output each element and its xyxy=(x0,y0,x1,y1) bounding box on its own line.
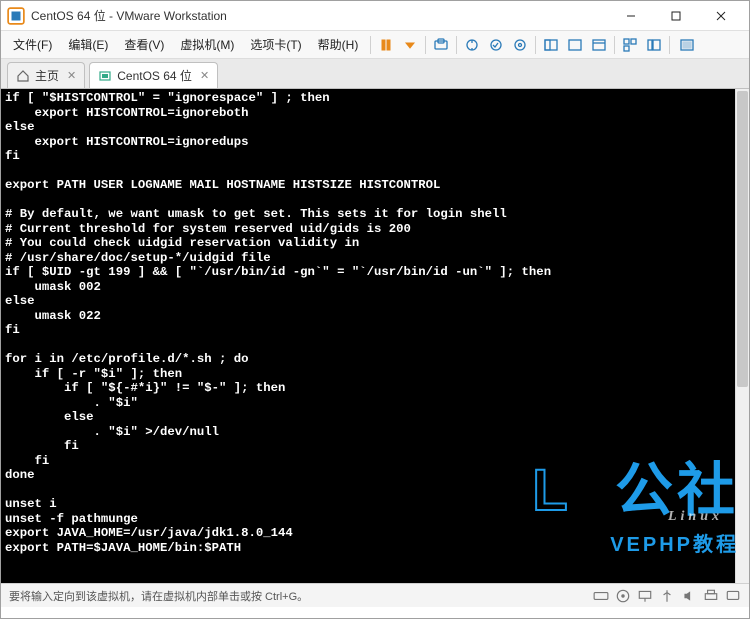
snapshot-manage-button[interactable] xyxy=(509,34,531,56)
terminal-output[interactable]: if [ "$HISTCONTROL" = "ignorespace" ] ; … xyxy=(1,89,735,583)
window-controls xyxy=(608,2,743,30)
device-tray xyxy=(593,588,741,604)
unity-button[interactable] xyxy=(564,34,586,56)
toolbar-view-group xyxy=(540,34,610,56)
app-icon xyxy=(7,7,25,25)
menu-view[interactable]: 查看(V) xyxy=(116,32,172,57)
thumbnail-button[interactable] xyxy=(619,34,641,56)
printer-icon[interactable] xyxy=(703,588,719,604)
menu-file[interactable]: 文件(F) xyxy=(5,32,60,57)
vm-power-controls xyxy=(375,34,421,56)
vm-icon xyxy=(98,69,112,83)
menu-tabs[interactable]: 选项卡(T) xyxy=(242,32,309,57)
home-icon xyxy=(16,69,30,83)
separator xyxy=(614,36,615,54)
cd-icon[interactable] xyxy=(615,588,631,604)
tab-vm-label: CentOS 64 位 xyxy=(117,67,192,84)
status-text: 要将输入定向到该虚拟机，请在虚拟机内部单击或按 Ctrl+G。 xyxy=(9,588,308,604)
separator xyxy=(425,36,426,54)
hdd-icon[interactable] xyxy=(593,588,609,604)
usb-icon[interactable] xyxy=(659,588,675,604)
library-button[interactable] xyxy=(643,34,665,56)
snapshot-take-button[interactable] xyxy=(461,34,483,56)
separator xyxy=(669,36,670,54)
snapshot-revert-button[interactable] xyxy=(485,34,507,56)
fullscreen-button[interactable] xyxy=(540,34,562,56)
maximize-button[interactable] xyxy=(653,2,698,30)
power-dropdown[interactable] xyxy=(399,34,421,56)
menu-help[interactable]: 帮助(H) xyxy=(310,32,367,57)
minimize-button[interactable] xyxy=(608,2,653,30)
toolbar-library-group xyxy=(619,34,665,56)
tab-home-label: 主页 xyxy=(35,67,59,84)
menu-vm[interactable]: 虚拟机(M) xyxy=(172,32,242,57)
sound-icon[interactable] xyxy=(681,588,697,604)
close-button[interactable] xyxy=(698,2,743,30)
status-bar: 要将输入定向到该虚拟机，请在虚拟机内部单击或按 Ctrl+G。 xyxy=(1,583,749,607)
tab-close-icon[interactable]: ✕ xyxy=(67,69,76,82)
window-title: CentOS 64 位 - VMware Workstation xyxy=(31,7,227,24)
toolbar-snapshot-group xyxy=(461,34,531,56)
menu-edit[interactable]: 编辑(E) xyxy=(60,32,116,57)
toolbar-group-1 xyxy=(430,34,452,56)
message-icon[interactable] xyxy=(725,588,741,604)
send-ctrl-alt-del-button[interactable] xyxy=(430,34,452,56)
vm-console-area: if [ "$HISTCONTROL" = "ignorespace" ] ; … xyxy=(1,89,749,583)
menubar: 文件(F) 编辑(E) 查看(V) 虚拟机(M) 选项卡(T) 帮助(H) xyxy=(1,31,749,59)
separator xyxy=(370,36,371,54)
network-icon[interactable] xyxy=(637,588,653,604)
console-view-button[interactable] xyxy=(588,34,610,56)
tab-vm[interactable]: CentOS 64 位 ✕ xyxy=(89,62,218,88)
tab-home[interactable]: 主页 ✕ xyxy=(7,62,85,88)
separator xyxy=(456,36,457,54)
tab-close-icon[interactable]: ✕ xyxy=(200,69,209,82)
tab-strip: 主页 ✕ CentOS 64 位 ✕ xyxy=(1,59,749,89)
separator xyxy=(535,36,536,54)
quick-switch-button[interactable] xyxy=(674,34,700,56)
scrollbar-thumb[interactable] xyxy=(737,91,748,387)
window-titlebar: CentOS 64 位 - VMware Workstation xyxy=(1,1,749,31)
vertical-scrollbar[interactable] xyxy=(735,89,749,583)
pause-button[interactable] xyxy=(375,34,397,56)
